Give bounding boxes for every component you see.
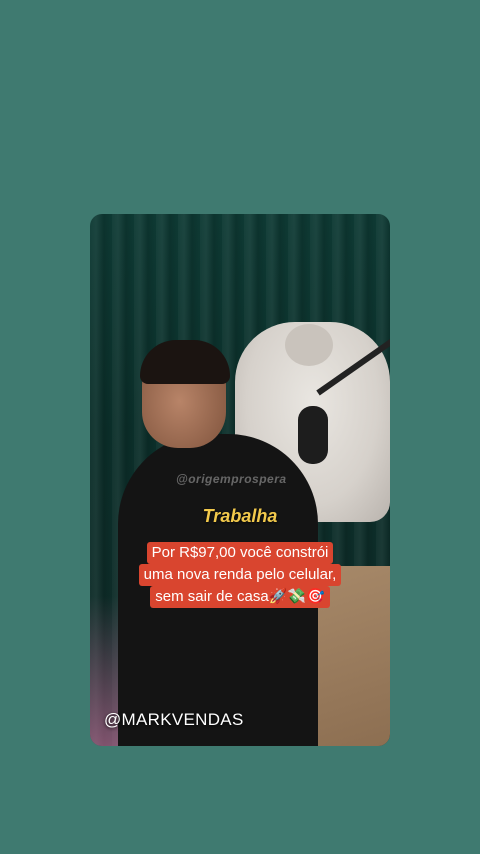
caption-word: Trabalha	[202, 506, 278, 526]
offer-line-3: sem sair de casa🚀💸🎯	[150, 586, 330, 608]
account-handle: @MARKVENDAS	[104, 710, 244, 729]
sculpture-head	[285, 324, 333, 366]
offer-line-1: Por R$97,00 você constrói	[146, 542, 334, 564]
page: @origemprospera Trabalha Por R$97,00 voc…	[0, 0, 480, 854]
offer-caption: Por R$97,00 você constrói uma nova renda…	[120, 542, 360, 608]
video-player[interactable]: @origemprospera Trabalha Por R$97,00 voc…	[90, 214, 390, 746]
microphone	[298, 406, 328, 464]
offer-line-2: uma nova renda pelo celular,	[138, 564, 342, 586]
watermark-text: @origemprospera	[176, 472, 287, 486]
